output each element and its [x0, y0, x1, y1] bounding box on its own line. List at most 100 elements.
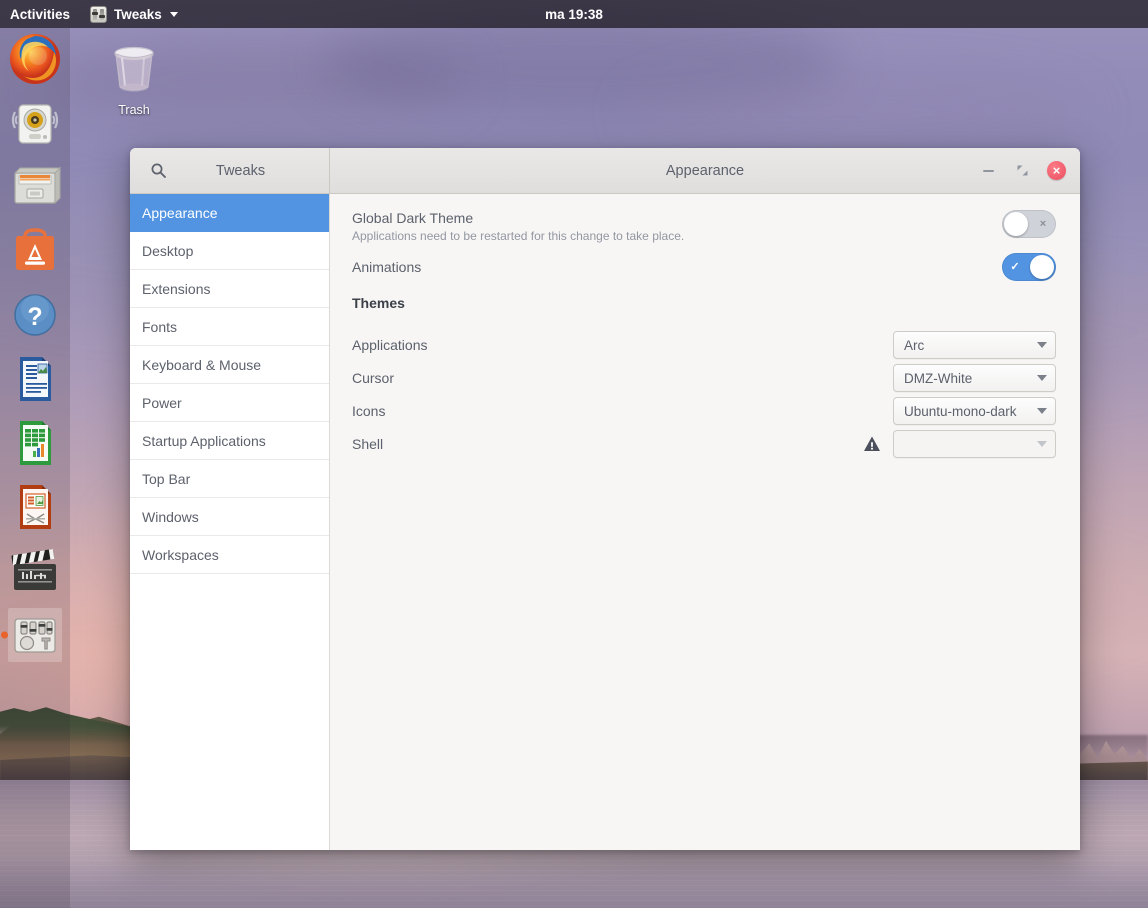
sidebar-item-keyboard-and-mouse[interactable]: Keyboard & Mouse [130, 346, 329, 384]
page-title: Appearance [665, 162, 745, 179]
toggle-on-mark: ✓ [1010, 261, 1020, 274]
maximize-button[interactable] [1013, 162, 1031, 180]
animations-toggle[interactable]: ✓ [1002, 252, 1056, 281]
setting-row-icons-theme: Icons Ubuntu-mono-dark [352, 395, 1056, 428]
toggle-off-mark: × [1039, 218, 1047, 230]
desktop-icon-trash[interactable]: Trash [104, 42, 164, 117]
firefox-icon [10, 34, 60, 84]
toggle-knob [1030, 254, 1054, 279]
sidebar-header-title: Tweaks [215, 162, 266, 179]
sidebar-item-label: Desktop [142, 242, 194, 259]
sidebar-item-desktop[interactable]: Desktop [130, 232, 329, 270]
setting-row-global-dark-theme: Global Dark Theme Applications need to b… [352, 210, 1056, 245]
global-dark-theme-toggle[interactable]: × [1002, 210, 1056, 238]
sidebar-item-label: Startup Applications [142, 432, 266, 449]
top-bar: Activities Tweaks ma 19:38 [0, 0, 1148, 28]
sidebar-item-startup-applications[interactable]: Startup Applications [130, 422, 329, 460]
sidebar-item-appearance[interactable]: Appearance [130, 194, 329, 232]
setting-row-cursor-theme: Cursor DMZ-White [352, 362, 1056, 395]
activities-button[interactable]: Activities [0, 0, 82, 28]
shell-theme-dropdown[interactable] [893, 430, 1056, 459]
clock[interactable]: ma 19:38 [545, 7, 603, 22]
ubuntu-software-icon [16, 228, 54, 270]
global-dark-theme-label: Global Dark Theme [352, 210, 474, 226]
rhythmbox-speaker-icon [11, 104, 59, 144]
shell-theme-label: Shell [352, 436, 384, 453]
sidebar-item-label: Appearance [142, 204, 218, 221]
svg-text:?: ? [27, 303, 42, 331]
sidebar-item-label: Power [142, 394, 182, 411]
chevron-down-icon [1037, 375, 1047, 382]
launcher-item-help[interactable]: ? [8, 288, 62, 342]
icons-theme-dropdown[interactable]: Ubuntu-mono-dark [893, 397, 1056, 426]
launcher-item-video-editor[interactable] [8, 544, 62, 598]
maximize-icon [1017, 165, 1027, 176]
setting-row-applications-theme: Applications Arc [352, 329, 1056, 362]
chevron-down-icon [1037, 408, 1047, 415]
cursor-theme-dropdown[interactable]: DMZ-White [893, 364, 1056, 393]
window-body: Appearance Desktop Extensions Fonts Keyb… [130, 194, 1080, 850]
close-button[interactable]: × [1047, 161, 1066, 180]
sidebar-item-label: Extensions [142, 280, 211, 297]
launcher-item-ubuntu-software[interactable] [8, 224, 62, 278]
appearance-settings-panel: Global Dark Theme Applications need to b… [330, 194, 1080, 850]
sidebar-item-extensions[interactable]: Extensions [130, 270, 329, 308]
warning-icon [864, 436, 880, 452]
sidebar-item-label: Top Bar [142, 470, 191, 487]
sidebar-item-top-bar[interactable]: Top Bar [130, 460, 329, 498]
launcher-item-libreoffice-calc[interactable] [8, 416, 62, 470]
sidebar-item-fonts[interactable]: Fonts [130, 308, 329, 346]
tweaks-icon [14, 618, 56, 653]
sidebar-item-label: Windows [142, 508, 199, 525]
video-clapperboard-icon [11, 548, 56, 590]
app-menu-tweaks[interactable]: Tweaks [82, 0, 186, 28]
trash-bin-icon [114, 46, 154, 92]
icons-theme-value: Ubuntu-mono-dark [904, 403, 1017, 419]
toggle-knob [1004, 212, 1028, 236]
chevron-down-icon [169, 11, 178, 17]
applications-theme-label: Applications [352, 337, 428, 354]
minimize-button[interactable] [979, 162, 997, 180]
libreoffice-calc-icon [20, 421, 51, 465]
applications-theme-value: Arc [904, 337, 925, 353]
sidebar-header: Tweaks [130, 148, 330, 193]
themes-section-title: Themes [352, 294, 405, 311]
file-manager-icon [13, 166, 62, 205]
tweaks-sliders-icon [90, 5, 108, 23]
search-button[interactable] [140, 156, 176, 186]
activities-label: Activities [10, 6, 71, 22]
launcher-item-firefox[interactable] [8, 32, 62, 86]
sidebar-item-windows[interactable]: Windows [130, 498, 329, 536]
tweaks-window: Tweaks Appearance × Appearance Desktop E… [130, 148, 1080, 850]
applications-theme-dropdown[interactable]: Arc [893, 331, 1056, 360]
window-titlebar[interactable]: Tweaks Appearance × [130, 148, 1080, 194]
launcher-item-libreoffice-impress[interactable] [8, 480, 62, 534]
sidebar-item-power[interactable]: Power [130, 384, 329, 422]
launcher-item-rhythmbox[interactable] [8, 96, 62, 150]
chevron-down-icon [1037, 441, 1047, 448]
setting-row-animations: Animations ✓ [352, 252, 1056, 281]
launcher-item-libreoffice-writer[interactable] [8, 352, 62, 406]
animations-label: Animations [352, 258, 422, 275]
libreoffice-impress-icon [20, 485, 51, 529]
sidebar-item-label: Keyboard & Mouse [142, 356, 262, 373]
help-icon: ? [14, 294, 56, 336]
setting-row-shell-theme: Shell [352, 428, 1056, 461]
search-icon [151, 163, 166, 178]
icons-theme-label: Icons [352, 403, 386, 420]
cursor-theme-label: Cursor [352, 370, 395, 387]
chevron-down-icon [1037, 342, 1047, 349]
window-controls: × [979, 161, 1080, 180]
trash-label: Trash [118, 103, 150, 117]
launcher-item-files[interactable] [8, 160, 62, 214]
window-titlebar-right: Appearance × [330, 148, 1080, 193]
sidebar: Appearance Desktop Extensions Fonts Keyb… [130, 194, 330, 850]
global-dark-theme-description: Applications need to be restarted for th… [352, 229, 685, 243]
sidebar-item-workspaces[interactable]: Workspaces [130, 536, 329, 574]
libreoffice-writer-icon [20, 357, 51, 401]
cursor-theme-value: DMZ-White [904, 370, 973, 386]
themes-section-header: Themes [352, 295, 1056, 321]
sidebar-item-label: Workspaces [142, 546, 219, 563]
launcher-item-tweaks[interactable] [8, 608, 62, 662]
sidebar-item-label: Fonts [142, 318, 178, 335]
